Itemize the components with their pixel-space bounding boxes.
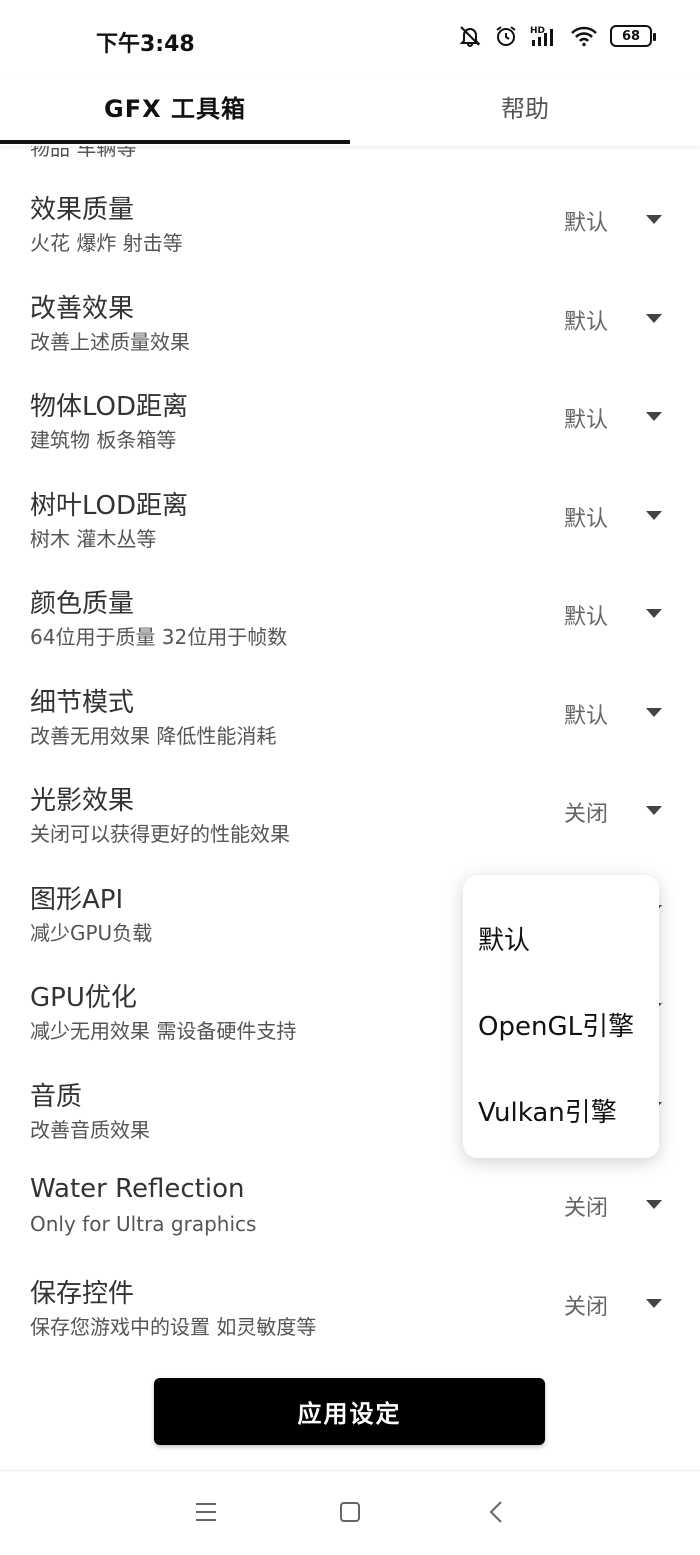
dropdown-option-opengl[interactable]: OpenGL引擎 xyxy=(463,981,659,1067)
setting-title: 物体LOD距离 xyxy=(30,392,189,422)
chevron-down-icon[interactable] xyxy=(646,412,662,421)
svg-text:HD: HD xyxy=(530,26,545,36)
chevron-down-icon[interactable] xyxy=(646,215,662,224)
setting-color-quality[interactable]: 颜色质量 64位用于质量 32位用于帧数 默认 xyxy=(0,583,700,681)
setting-detail-mode[interactable]: 细节模式 改善无用效果 降低性能消耗 默认 xyxy=(0,682,700,780)
setting-value[interactable]: 默认 xyxy=(564,205,608,237)
hd-signal-icon: HD xyxy=(530,24,558,48)
dropdown-option-vulkan[interactable]: Vulkan引擎 xyxy=(463,1067,659,1153)
setting-value[interactable]: 关闭 xyxy=(564,1190,608,1222)
chevron-down-icon[interactable] xyxy=(646,511,662,520)
status-icons: HD 68 xyxy=(458,24,656,48)
tab-help[interactable]: 帮助 xyxy=(350,78,700,146)
back-icon[interactable] xyxy=(488,1501,504,1527)
setting-subtitle: 减少无用效果 需设备硬件支持 xyxy=(30,1019,297,1043)
chevron-down-icon[interactable] xyxy=(646,806,662,815)
partial-subtitle: 物品 车辆等 xyxy=(30,146,137,160)
chevron-down-icon[interactable] xyxy=(646,708,662,717)
chevron-down-icon[interactable] xyxy=(646,609,662,618)
chevron-down-icon[interactable] xyxy=(646,1200,662,1209)
tab-bar: GFX 工具箱 帮助 xyxy=(0,78,700,146)
apply-settings-button[interactable]: 应用设定 xyxy=(154,1378,545,1445)
setting-foliage-lod[interactable]: 树叶LOD距离 树木 灌木丛等 默认 xyxy=(0,485,700,583)
settings-list[interactable]: 物品 车辆等 效果质量 火花 爆炸 射击等 默认 改善效果 改善上述质量效果 默… xyxy=(0,146,700,1466)
wifi-icon xyxy=(570,25,598,47)
setting-title: 效果质量 xyxy=(30,195,135,225)
setting-effect-quality[interactable]: 效果质量 火花 爆炸 射击等 默认 xyxy=(0,189,700,287)
setting-value[interactable]: 默认 xyxy=(564,599,608,631)
setting-value[interactable]: 默认 xyxy=(564,304,608,336)
setting-title: 改善效果 xyxy=(30,294,135,324)
tab-gfx-toolbox[interactable]: GFX 工具箱 xyxy=(0,78,350,146)
menu-icon[interactable] xyxy=(195,1501,217,1527)
setting-subtitle: 改善音质效果 xyxy=(30,1118,150,1142)
setting-subtitle: 树木 灌木丛等 xyxy=(30,527,157,551)
chevron-down-icon[interactable] xyxy=(646,1299,662,1308)
setting-subtitle: 改善无用效果 降低性能消耗 xyxy=(30,724,277,748)
setting-subtitle: 建筑物 板条箱等 xyxy=(30,428,177,452)
navigation-bar xyxy=(0,1470,700,1555)
setting-subtitle: 64位用于质量 32位用于帧数 xyxy=(30,625,288,649)
setting-title: GPU优化 xyxy=(30,983,137,1013)
dropdown-option-default[interactable]: 默认 xyxy=(463,895,659,981)
setting-title: 树叶LOD距离 xyxy=(30,491,189,521)
setting-subtitle: Only for Ultra graphics xyxy=(30,1212,257,1236)
setting-shadow-effect[interactable]: 光影效果 关闭可以获得更好的性能效果 关闭 xyxy=(0,780,700,878)
dropdown-menu: 默认 OpenGL引擎 Vulkan引擎 xyxy=(463,875,659,1158)
setting-water-reflection[interactable]: Water Reflection Only for Ultra graphics… xyxy=(0,1174,700,1272)
setting-subtitle: 改善上述质量效果 xyxy=(30,330,190,354)
setting-title: 保存控件 xyxy=(30,1279,135,1309)
setting-save-controls[interactable]: 保存控件 保存您游戏中的设置 如灵敏度等 关闭 xyxy=(0,1273,700,1371)
setting-value[interactable]: 关闭 xyxy=(564,1289,608,1321)
mute-icon xyxy=(458,24,482,48)
home-icon[interactable] xyxy=(339,1501,361,1527)
setting-value[interactable]: 默认 xyxy=(564,698,608,730)
status-time: 下午3:48 xyxy=(96,32,195,57)
setting-improve-effect[interactable]: 改善效果 改善上述质量效果 默认 xyxy=(0,288,700,386)
setting-title: 光影效果 xyxy=(30,786,135,816)
setting-title: 颜色质量 xyxy=(30,589,135,619)
alarm-icon xyxy=(494,24,518,48)
setting-subtitle: 火花 爆炸 射击等 xyxy=(30,231,183,255)
setting-subtitle: 减少GPU负载 xyxy=(30,921,153,945)
setting-value[interactable]: 默认 xyxy=(564,501,608,533)
setting-subtitle: 关闭可以获得更好的性能效果 xyxy=(30,822,290,846)
battery-icon: 68 xyxy=(610,25,656,47)
setting-subtitle: 保存您游戏中的设置 如灵敏度等 xyxy=(30,1315,317,1339)
chevron-down-icon[interactable] xyxy=(646,314,662,323)
setting-value[interactable]: 关闭 xyxy=(564,796,608,828)
setting-title: 细节模式 xyxy=(30,688,135,718)
setting-title: 音质 xyxy=(30,1082,83,1112)
setting-object-lod[interactable]: 物体LOD距离 建筑物 板条箱等 默认 xyxy=(0,386,700,484)
setting-title: Water Reflection xyxy=(30,1174,245,1204)
setting-value[interactable]: 默认 xyxy=(564,402,608,434)
setting-title: 图形API xyxy=(30,885,124,915)
status-bar: 下午3:48 HD 68 xyxy=(0,0,700,78)
